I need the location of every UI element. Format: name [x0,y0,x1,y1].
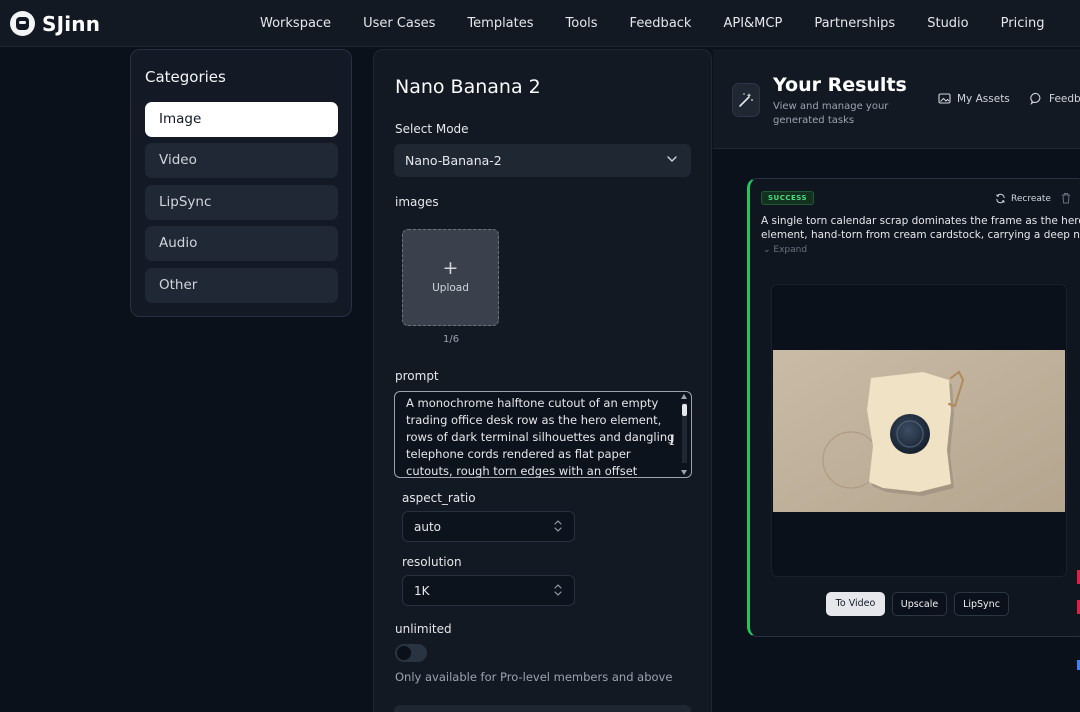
expand-toggle[interactable]: ⌄ Expand [763,245,807,255]
unlimited-label: unlimited [395,622,452,636]
feedback-label: Feedb [1049,92,1080,105]
resolution-select[interactable]: 1K [402,575,575,606]
plus-icon: + [442,257,459,279]
prompt-scrollbar[interactable] [680,394,689,475]
scroll-up-icon[interactable] [681,394,687,399]
unlimited-toggle[interactable] [395,644,427,662]
aspect-ratio-select[interactable]: auto [402,511,575,542]
nav-workspace[interactable]: Workspace [244,16,347,31]
upload-button[interactable]: + Upload [402,229,499,326]
images-label: images [395,195,439,209]
category-lipsync[interactable]: LipSync [145,185,338,220]
select-mode-label: Select Mode [395,122,469,136]
my-assets-label: My Assets [957,92,1010,105]
result-description-line2: element, hand-torn from cream cardstock,… [761,229,1080,241]
toggle-knob [397,646,411,660]
top-nav-bar: SJinn Workspace User Cases Templates Too… [0,0,1080,47]
upload-label: Upload [432,282,469,294]
chevron-updown-icon [554,584,562,596]
trash-icon[interactable] [1061,192,1071,204]
scroll-thumb[interactable] [682,404,687,416]
upload-count: 1/6 [443,334,460,345]
refresh-icon [996,193,1005,204]
model-title: Nano Banana 2 [395,76,541,98]
generation-form-panel: Nano Banana 2 Select Mode Nano-Banana-2 … [373,49,712,712]
result-image-frame [771,284,1067,577]
nav-templates[interactable]: Templates [451,16,549,31]
categories-panel: Categories Image Video LipSync Audio Oth… [130,49,352,317]
categories-title: Categories [145,68,226,86]
upscale-button[interactable]: Upscale [892,592,947,616]
feedback-link[interactable]: Feedb [1030,92,1080,105]
brand-name: SJinn [42,11,101,36]
result-image[interactable] [773,350,1065,512]
aspect-ratio-label: aspect_ratio [402,491,476,505]
nav-pricing[interactable]: Pricing [985,16,1061,31]
generate-button[interactable] [394,705,691,712]
select-mode-dropdown[interactable]: Nano-Banana-2 [394,144,691,177]
result-card: SUCCESS Recreate A single torn calendar … [747,178,1080,637]
my-assets-link[interactable]: My Assets [938,92,1010,105]
chevron-down-icon: ⌄ [763,245,774,255]
main-nav: Workspace User Cases Templates Tools Fee… [244,0,1060,47]
nav-tools[interactable]: Tools [550,16,614,31]
chevron-updown-icon [554,520,562,532]
scroll-down-icon[interactable] [681,470,687,475]
lipsync-button[interactable]: LipSync [954,592,1009,616]
results-subtitle: View and manage your generated tasks [773,101,889,126]
prompt-text: A monochrome halftone cutout of an empty… [406,396,675,478]
resolution-label: resolution [402,555,462,569]
nav-feedback[interactable]: Feedback [614,16,708,31]
results-header: Your Results View and manage your genera… [713,49,1080,149]
expand-label: Expand [773,245,808,255]
nav-partnerships[interactable]: Partnerships [798,16,911,31]
prompt-label: prompt [395,369,439,383]
aspect-ratio-value: auto [414,520,442,534]
resolution-value: 1K [414,584,430,598]
category-audio[interactable]: Audio [145,226,338,261]
category-image[interactable]: Image [145,102,338,137]
robot-logo-icon [10,11,35,36]
brand-logo[interactable]: SJinn [10,11,100,36]
status-badge: SUCCESS [761,191,815,205]
prompt-textarea[interactable]: A monochrome halftone cutout of an empty… [394,391,692,478]
result-description-line1: A single torn calendar scrap dominates t… [761,215,1080,227]
nav-api-mcp[interactable]: API&MCP [707,16,798,31]
recreate-label: Recreate [1011,193,1051,204]
image-gallery-icon [938,93,951,104]
to-video-button[interactable]: To Video [826,592,885,616]
nav-studio[interactable]: Studio [911,16,984,31]
text-cursor-icon: I [669,433,675,449]
unlimited-note: Only available for Pro-level members and… [395,670,673,684]
results-title: Your Results [773,74,907,96]
category-video[interactable]: Video [145,143,338,178]
nav-user-cases[interactable]: User Cases [347,16,451,31]
magic-wand-icon [732,83,760,117]
recreate-button[interactable]: Recreate [995,193,1051,204]
chat-bubble-icon [1030,92,1041,105]
chevron-down-icon [667,156,677,162]
category-other[interactable]: Other [145,268,338,303]
select-mode-value: Nano-Banana-2 [405,153,502,168]
